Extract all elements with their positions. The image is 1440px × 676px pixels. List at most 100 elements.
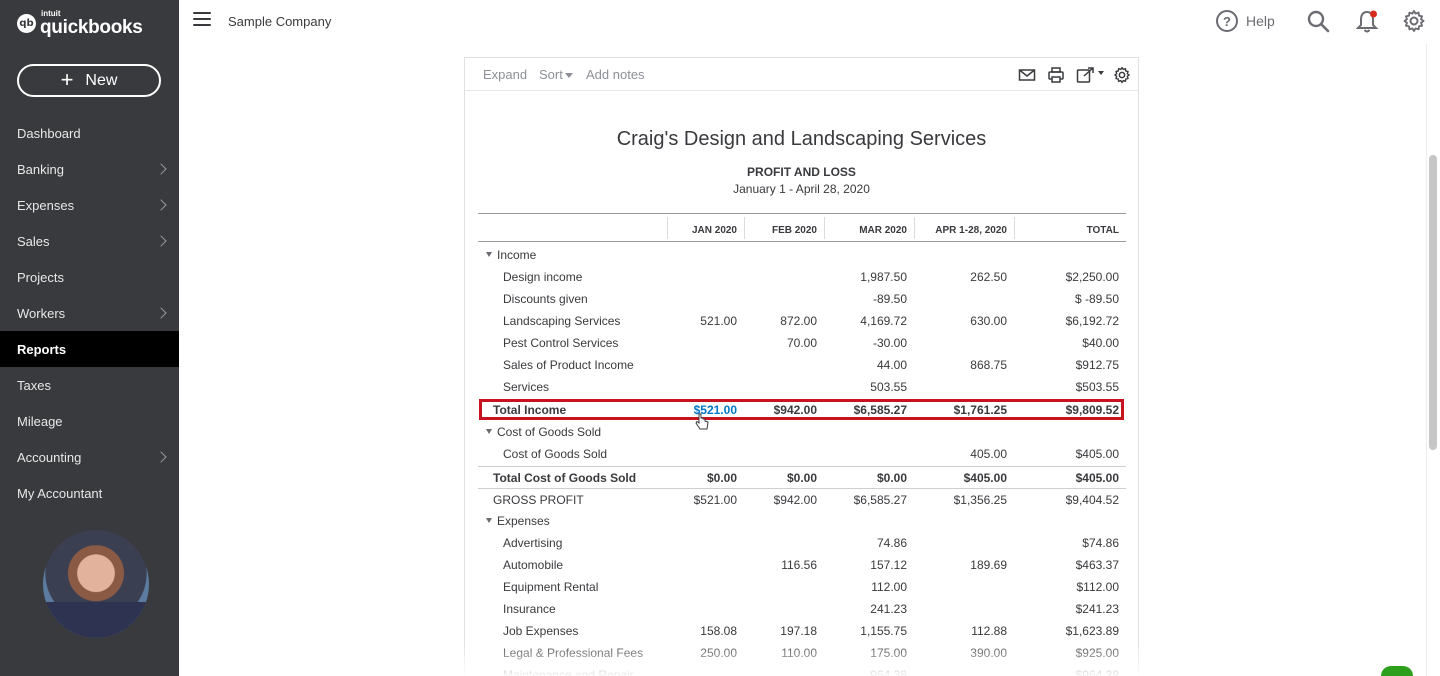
cell-value[interactable]: $405.00 [897, 471, 1007, 485]
cell-value[interactable]: 503.55 [797, 380, 907, 394]
header-rule-top [478, 213, 1126, 214]
cell-value[interactable]: $0.00 [797, 471, 907, 485]
sidebar-item-workers[interactable]: Workers [0, 295, 179, 331]
sidebar-item-expenses[interactable]: Expenses [0, 187, 179, 223]
help-label: Help [1246, 13, 1275, 29]
quickbooks-logo[interactable]: qb intuit quickbooks [17, 10, 143, 37]
cell-value[interactable]: 44.00 [797, 358, 907, 372]
cell-value[interactable]: 868.75 [897, 358, 1007, 372]
new-button[interactable]: + New [17, 64, 161, 97]
cell-value[interactable]: -30.00 [797, 336, 907, 350]
total-row: Total Income $521.00 $942.00 $6,585.27 $1,76… [478, 399, 1126, 421]
sidebar-item-label: Dashboard [17, 125, 81, 141]
notification-bell-icon[interactable] [1355, 9, 1379, 35]
cell-value[interactable]: $74.86 [1009, 536, 1119, 550]
cell-value[interactable]: $6,192.72 [1009, 314, 1119, 328]
caret-down-icon [564, 73, 573, 79]
cell-value[interactable]: 74.86 [797, 536, 907, 550]
mouse-hand-cursor-icon [695, 413, 709, 430]
cell-value[interactable]: $9,809.52 [1009, 403, 1119, 417]
report-settings-gear-icon[interactable] [1113, 66, 1131, 84]
email-icon[interactable] [1018, 66, 1036, 84]
sidebar-item-my-accountant[interactable]: My Accountant [0, 475, 179, 511]
report-row: Services 503.55 $503.55 [478, 376, 1126, 398]
report-name: PROFIT AND LOSS [747, 165, 856, 179]
hamburger-menu-icon[interactable] [193, 12, 211, 26]
cell-value[interactable]: 189.69 [897, 558, 1007, 572]
add-notes-button[interactable]: Add notes [586, 67, 645, 82]
cell-value[interactable]: $241.23 [1009, 602, 1119, 616]
cell-value[interactable]: $ -89.50 [1009, 292, 1119, 306]
sort-dropdown[interactable]: Sort [539, 67, 573, 82]
expand-button[interactable]: Expand [483, 67, 527, 82]
export-icon[interactable] [1076, 66, 1106, 84]
sidebar-item-dashboard[interactable]: Dashboard [0, 115, 179, 151]
cell-value[interactable]: $2,250.00 [1009, 270, 1119, 284]
print-icon[interactable] [1047, 66, 1065, 84]
cell-value[interactable]: 405.00 [897, 447, 1007, 461]
cell-value[interactable]: 262.50 [897, 270, 1007, 284]
cell-value[interactable]: $1,761.25 [897, 403, 1007, 417]
cell-value[interactable]: 175.00 [797, 646, 907, 660]
sidebar-item-mileage[interactable]: Mileage [0, 403, 179, 439]
cell-value[interactable]: 112.88 [897, 624, 1007, 638]
cell-value[interactable]: $463.37 [1009, 558, 1119, 572]
row-label: GROSS PROFIT [493, 493, 584, 507]
cell-value[interactable]: $405.00 [1009, 447, 1119, 461]
cell-value[interactable]: $405.00 [1009, 471, 1119, 485]
cell-value[interactable]: $6,585.27 [797, 403, 907, 417]
cell-value[interactable]: 4,169.72 [797, 314, 907, 328]
report-row: Discounts given -89.50 $ -89.50 [478, 288, 1126, 310]
settings-gear-icon[interactable] [1402, 9, 1426, 33]
sidebar-item-taxes[interactable]: Taxes [0, 367, 179, 403]
cell-value[interactable]: $925.00 [1009, 646, 1119, 660]
cell-value[interactable]: 630.00 [897, 314, 1007, 328]
cell-value[interactable]: $1,356.25 [897, 493, 1007, 507]
section-header-row[interactable]: Cost of Goods Sold [478, 421, 1126, 443]
cell-value[interactable]: 112.00 [797, 580, 907, 594]
column-header[interactable]: APR 1-28, 2020 [887, 225, 1007, 236]
sidebar-item-sales[interactable]: Sales [0, 223, 179, 259]
cell-value[interactable]: -89.50 [797, 292, 907, 306]
sidebar-item-label: Sales [17, 233, 50, 249]
row-label: Income [486, 248, 536, 262]
page-scrollbar-thumb[interactable] [1429, 155, 1437, 450]
section-header-row[interactable]: Expenses [478, 510, 1126, 532]
report-date-range: January 1 - April 28, 2020 [733, 182, 870, 196]
report-row: Cost of Goods Sold 405.00 $405.00 [478, 443, 1126, 465]
cell-value[interactable]: $6,585.27 [797, 493, 907, 507]
collapse-caret-icon[interactable] [486, 518, 492, 524]
cell-value[interactable]: $40.00 [1009, 336, 1119, 350]
chevron-right-icon [155, 235, 167, 247]
row-label: Design income [503, 270, 583, 284]
cell-value[interactable]: $9,404.52 [1009, 493, 1119, 507]
cell-value[interactable]: $1,623.89 [1009, 624, 1119, 638]
sidebar-item-banking[interactable]: Banking [0, 151, 179, 187]
sidebar-item-label: Expenses [17, 197, 75, 213]
sidebar-item-projects[interactable]: Projects [0, 259, 179, 295]
cell-value[interactable]: $112.00 [1009, 580, 1120, 594]
cell-value[interactable]: 390.00 [897, 646, 1007, 660]
collapse-caret-icon[interactable] [486, 429, 492, 435]
search-icon[interactable] [1306, 9, 1330, 33]
row-label: Equipment Rental [503, 580, 599, 594]
cell-value[interactable]: $503.55 [1009, 380, 1119, 394]
sidebar-item-label: Reports [17, 341, 67, 357]
column-header[interactable]: TOTAL [999, 225, 1119, 236]
collapse-caret-icon[interactable] [486, 252, 492, 258]
cell-value[interactable]: 241.23 [797, 602, 907, 616]
cell-value[interactable]: 1,987.50 [797, 270, 907, 284]
sidebar-item-reports[interactable]: Reports [0, 331, 179, 367]
logo-quickbooks-text: quickbooks [40, 17, 143, 38]
sidebar-item-accounting[interactable]: Accounting [0, 439, 179, 475]
chat-badge[interactable] [1381, 666, 1413, 676]
section-header-row[interactable]: Income [478, 244, 1126, 266]
cell-value[interactable]: $964.38 [1009, 668, 1119, 676]
cell-value[interactable]: 157.12 [797, 558, 907, 572]
cell-value[interactable]: 964.38 [797, 668, 907, 676]
cell-value[interactable]: 1,155.75 [797, 624, 907, 638]
cell-value[interactable]: $912.75 [1009, 358, 1119, 372]
section-label: Cost of Goods Sold [497, 425, 602, 439]
sidebar-item-label: My Accountant [17, 485, 103, 501]
help-button[interactable]: ? Help [1216, 10, 1275, 32]
